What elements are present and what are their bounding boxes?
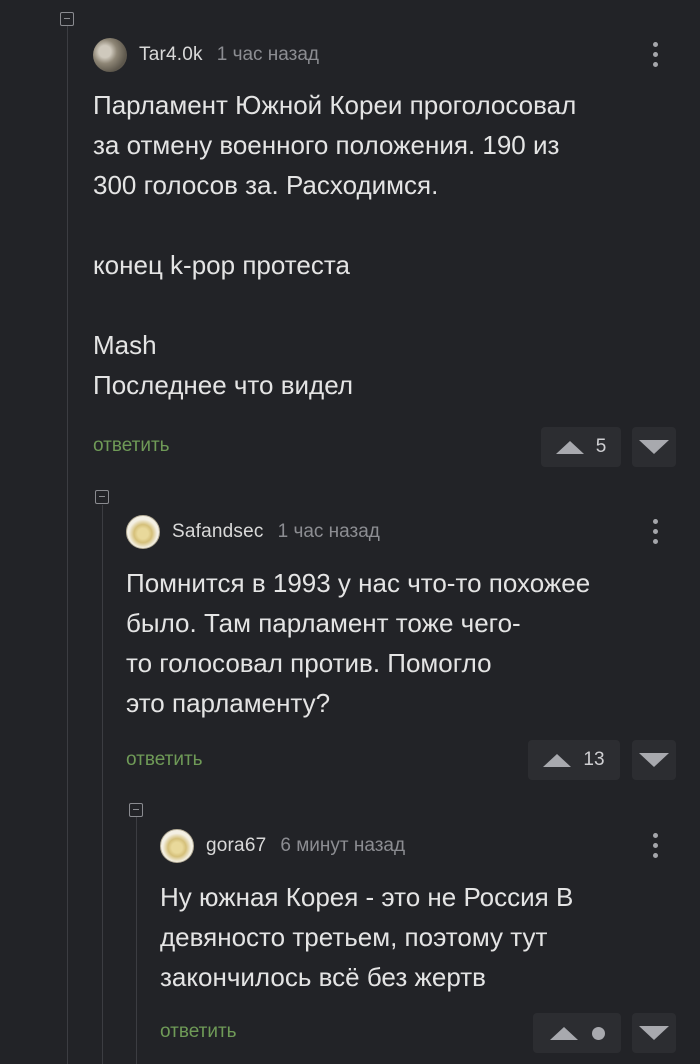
upvote-button[interactable]: [533, 1013, 621, 1053]
arrow-down-icon: [639, 753, 669, 767]
timestamp: 1 час назад: [216, 44, 320, 65]
comment-text: Помнится в 1993 у нас что-то похожее был…: [126, 568, 591, 718]
downvote-button[interactable]: [632, 740, 676, 780]
collapse-button[interactable]: [129, 803, 143, 817]
collapse-button[interactable]: [95, 490, 109, 504]
downvote-button[interactable]: [632, 1013, 676, 1053]
thread-line-level-3: [136, 817, 137, 1064]
timestamp: 6 минут назад: [280, 835, 406, 856]
avatar[interactable]: [126, 515, 160, 549]
avatar[interactable]: [93, 38, 127, 72]
comment-text: Парламент Южной Кореи проголосовал за от…: [93, 90, 577, 400]
more-options-icon[interactable]: [645, 40, 665, 70]
collapse-button[interactable]: [60, 12, 74, 26]
downvote-button[interactable]: [632, 427, 676, 467]
more-options-icon[interactable]: [645, 831, 665, 861]
hidden-rating-dot-icon: [591, 1026, 605, 1040]
reply-link[interactable]: ответить: [93, 435, 170, 457]
comment-header: gora67 6 минут назад: [160, 829, 405, 863]
thread-line-level-1: [67, 26, 68, 1064]
arrow-up-icon: [549, 1026, 578, 1040]
thread-line-level-2: [102, 505, 103, 1064]
arrow-down-icon: [639, 1026, 669, 1040]
more-options-icon[interactable]: [645, 517, 665, 547]
reply-link[interactable]: ответить: [160, 1021, 237, 1043]
upvote-button[interactable]: 5: [541, 427, 621, 467]
timestamp: 1 час назад: [277, 521, 380, 542]
reply-link[interactable]: ответить: [126, 749, 203, 771]
upvote-button[interactable]: 13: [528, 740, 620, 780]
comment-thread: Tar4.0k 1 час назад Парламент Южной Коре…: [0, 0, 700, 1064]
vote-count: 13: [583, 749, 605, 770]
username[interactable]: Safandsec: [172, 521, 264, 543]
username[interactable]: gora67: [206, 835, 266, 857]
arrow-up-icon: [543, 753, 572, 767]
vote-count: 5: [595, 436, 607, 457]
avatar[interactable]: [160, 829, 194, 863]
comment-text: Ну южная Корея - это не Россия В девянос…: [160, 882, 574, 992]
comment-header: Tar4.0k 1 час назад: [93, 38, 319, 72]
username[interactable]: Tar4.0k: [139, 44, 203, 66]
arrow-up-icon: [555, 440, 584, 454]
arrow-down-icon: [639, 440, 669, 454]
comment-header: Safandsec 1 час назад: [126, 515, 380, 549]
